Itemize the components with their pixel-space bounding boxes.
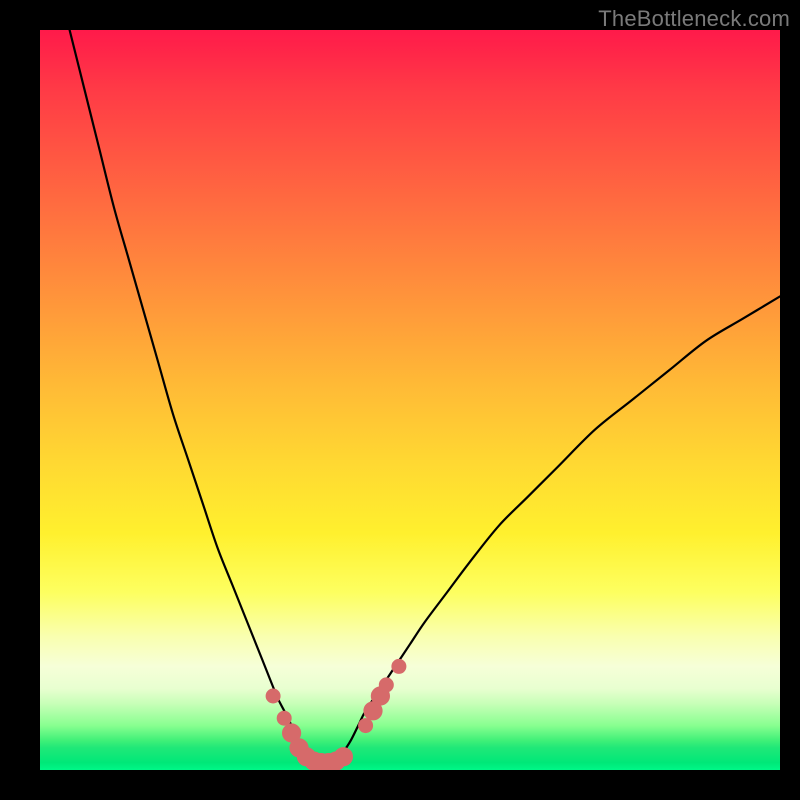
curve-marker (266, 689, 280, 703)
curve-marker (334, 748, 352, 766)
curve-marker (277, 711, 291, 725)
curve-marker (379, 678, 393, 692)
chart-svg (40, 30, 780, 770)
curve-markers (266, 659, 406, 770)
chart-plot-area (40, 30, 780, 770)
curve-marker (359, 719, 373, 733)
curve-marker (392, 659, 406, 673)
watermark-text: TheBottleneck.com (598, 6, 790, 32)
bottleneck-curve (70, 30, 780, 763)
chart-frame: TheBottleneck.com (0, 0, 800, 800)
